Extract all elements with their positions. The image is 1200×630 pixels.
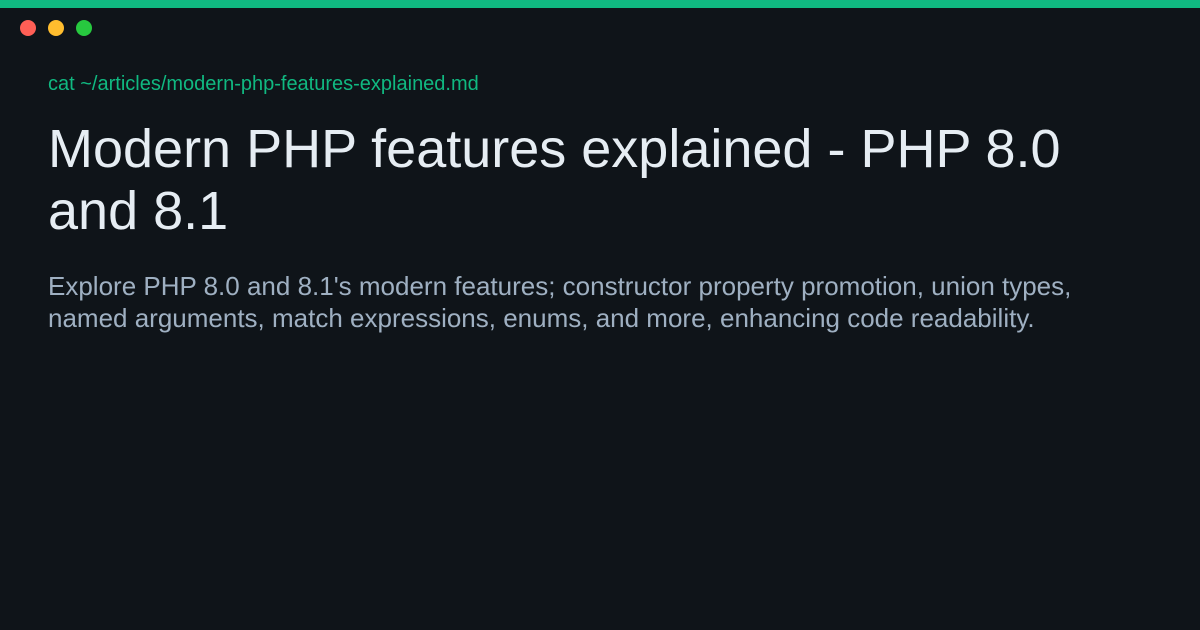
accent-top-bar <box>0 0 1200 8</box>
article-description: Explore PHP 8.0 and 8.1's modern feature… <box>48 271 1072 333</box>
minimize-dot <box>48 20 64 36</box>
maximize-dot <box>76 20 92 36</box>
article-title: Modern PHP features explained - PHP 8.0 … <box>48 119 1061 241</box>
close-dot <box>20 20 36 36</box>
article-card: cat ~/articles/modern-php-features-expla… <box>48 72 1148 334</box>
window-controls <box>20 20 92 36</box>
terminal-command: cat ~/articles/modern-php-features-expla… <box>48 73 479 95</box>
